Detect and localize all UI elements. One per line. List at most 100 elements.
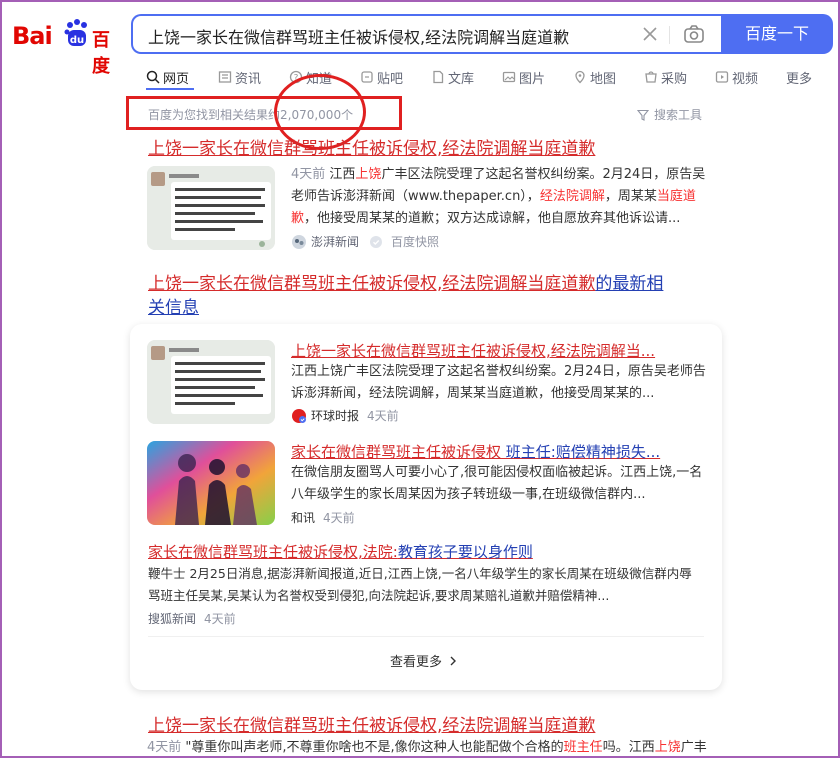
tab-map[interactable]: 地图 [573, 66, 644, 88]
summary-text: 在微信朋友圈骂人可要小心了,很可能因侵权面临被起诉。江西上饶,一名 [291, 465, 703, 480]
map-icon [575, 70, 585, 84]
news-item-title[interactable]: 上饶一家长在微信群骂班主任被诉侵权,经法院调解当... [291, 340, 655, 361]
tab-label: 文库 [448, 71, 475, 87]
tab-label: 网页 [163, 71, 190, 87]
news-item-summary: 江西上饶广丰区法院受理了这起名誉权纠纷案。2月24日，原告吴老师告 诉澎湃新闻，… [291, 361, 711, 405]
news-item-summary: 在微信朋友圈骂人可要小心了,很可能因侵权面临被起诉。江西上饶,一名 八年级学生的… [291, 462, 711, 506]
tab-video[interactable]: 视频 [715, 66, 786, 88]
news-time: 4天前 [204, 612, 236, 626]
news-item-title-blue: 教育孩子要以身作则 [397, 543, 533, 561]
view-more-label: 查看更多 [390, 655, 443, 670]
news-item-source: 和讯 4天前 [291, 509, 355, 526]
news-item-summary: 鞭牛士 2月25日消息,据澎湃新闻报道,近日,江西上饶,一名八年级学生的家长周某… [148, 563, 710, 607]
chevron-right-icon [450, 656, 457, 665]
summary-text: 江西 [325, 167, 356, 182]
tab-news[interactable]: 资讯 [218, 66, 289, 88]
tab-label: 图片 [519, 71, 546, 87]
logo-text-left: Bai [12, 22, 53, 50]
silhouettes-image [147, 441, 275, 525]
result-title[interactable]: 上饶一家长在微信群骂班主任被诉侵权,经法院调解当庭道歉 [148, 711, 595, 736]
summary-text: 鞭牛士 2月25日消息,据澎湃新闻报道,近日,江西上饶,一名八年级学生的家长周某… [148, 566, 692, 581]
source-avatar-icon [292, 234, 306, 249]
tieba-icon [361, 71, 373, 83]
result-date: 4天前 [291, 167, 326, 182]
result-thumbnail[interactable] [147, 166, 275, 250]
news-time: 4天前 [367, 409, 399, 423]
tab-label: 视频 [732, 71, 759, 87]
news-time: 4天前 [323, 511, 355, 525]
video-icon [715, 71, 729, 83]
news-thumbnail[interactable] [147, 340, 275, 424]
summary-highlight: 经法院调解 [539, 189, 605, 204]
news-item-title[interactable]: 家长在微信群骂班主任被诉侵权,法院:教育孩子要以身作则 [148, 541, 533, 562]
tab-wenku[interactable]: 文库 [431, 66, 502, 88]
summary-text: 广丰 [680, 740, 707, 755]
camera-icon[interactable] [682, 22, 706, 46]
news-block-title-blue: 关信息 [148, 298, 199, 318]
nav-tabs: 网页 资讯 ? 知道 贴吧 文库 图片 地图 采购 视频 更多 [146, 66, 812, 88]
summary-text: 吗。江西 [602, 740, 655, 755]
news-thumbnail[interactable] [147, 441, 275, 525]
summary-highlight: 当庭道 [656, 189, 696, 204]
tab-more[interactable]: 更多 [786, 66, 812, 88]
summary-highlight: 歉 [291, 211, 305, 226]
news-block-title-red: 上饶一家长在微信群骂班主任被诉侵权,经法院调解当庭道歉 [148, 274, 596, 294]
snapshot-link[interactable]: 百度快照 [391, 233, 439, 250]
summary-text: 八年级学生的家长周某因为孩子转班级一事,在班级微信群内... [291, 487, 646, 502]
news-item-title-red: 家长在微信群骂班主任被诉侵权,法院: [148, 543, 398, 561]
summary-text: "尊重你叫声老师,不尊重你啥也不是,像你这种人也能配做个合格的 [181, 740, 564, 755]
svg-text:du: du [70, 35, 84, 46]
search-divider [669, 26, 670, 44]
result-title[interactable]: 上饶一家长在微信群骂班主任被诉侵权,经法院调解当庭道歉 [148, 134, 595, 159]
tab-label: 资讯 [235, 71, 262, 87]
filter-icon [637, 109, 649, 121]
summary-text: 江西上饶广丰区法院受理了这起名誉权纠纷案。2月24日，原告吴老师告 [291, 364, 706, 379]
view-more-button[interactable]: 查看更多 [390, 651, 458, 670]
chat-screenshot-image [147, 166, 275, 250]
tab-label: 更多 [786, 71, 813, 87]
source-name[interactable]: 澎湃新闻 [311, 233, 359, 250]
tab-label: 采购 [661, 71, 688, 87]
news-block-title[interactable]: 上饶一家长在微信群骂班主任被诉侵权,经法院调解当庭道歉的最新相 关信息 [148, 272, 708, 320]
chat-screenshot-image [147, 340, 275, 424]
summary-text: 广丰区法院受理了这起名誉权纠纷案。2月24日，原告吴 [381, 167, 706, 182]
source-name[interactable]: 和讯 [291, 509, 315, 526]
news-icon [218, 71, 232, 83]
summary-highlight: 上饶 [355, 167, 382, 182]
news-item-title-red: 家长在微信群骂班主任被诉侵权 [291, 443, 502, 461]
search-icon [146, 70, 160, 84]
shopping-icon [645, 71, 657, 83]
news-item-source: 搜狐新闻 4天前 [148, 610, 236, 627]
result-summary: 4天前 "尊重你叫声老师,不尊重你啥也不是,像你这种人也能配做个合格的班主任吗。… [147, 737, 707, 759]
tab-purchase[interactable]: 采购 [644, 66, 715, 88]
tab-label: 地图 [590, 71, 617, 87]
result-source: 澎湃新闻 百度快照 [291, 233, 439, 250]
verified-source-icon [292, 408, 306, 423]
tab-web[interactable]: 网页 [146, 66, 218, 88]
tab-images[interactable]: 图片 [502, 66, 573, 88]
search-input[interactable]: 上饶一家长在微信群骂班主任被诉侵权,经法院调解当庭道歉 [148, 24, 569, 48]
paw-icon: du [64, 19, 87, 46]
clear-icon[interactable] [640, 24, 660, 44]
news-item-title[interactable]: 家长在微信群骂班主任被诉侵权 班主任:赔偿精神损失... [291, 441, 660, 462]
summary-text: ，周某某 [604, 189, 657, 204]
result-summary: 4天前 江西上饶广丰区法院受理了这起名誉权纠纷案。2月24日，原告吴 老师告诉澎… [291, 164, 711, 230]
snapshot-icon [370, 235, 383, 248]
news-block-title-blue: 的最新相 [595, 274, 664, 294]
search-button[interactable]: 百度一下 [721, 14, 833, 54]
card-divider [148, 636, 704, 637]
summary-text: ，他接受周某某的道歉；双方达成谅解，他自愿放弃其他诉讼请... [304, 211, 681, 226]
search-tools-button[interactable]: 搜索工具 [637, 106, 702, 123]
tab-tieba[interactable]: 贴吧 [360, 66, 431, 88]
search-tools-label: 搜索工具 [654, 108, 703, 122]
result-date: 4天前 [147, 740, 182, 755]
source-name[interactable]: 搜狐新闻 [148, 610, 196, 627]
baidu-logo[interactable]: Bai du 百度 [12, 16, 122, 77]
document-icon [433, 70, 444, 84]
tab-label: 贴吧 [377, 71, 404, 87]
summary-text: 诉澎湃新闻，经法院调解，周某某当庭道歉，他接受周某某的... [291, 386, 655, 401]
news-item-source: 环球时报 4天前 [291, 407, 399, 424]
logo-text-right: 百度 [92, 30, 110, 77]
image-icon [502, 71, 516, 83]
source-name[interactable]: 环球时报 [311, 407, 359, 424]
